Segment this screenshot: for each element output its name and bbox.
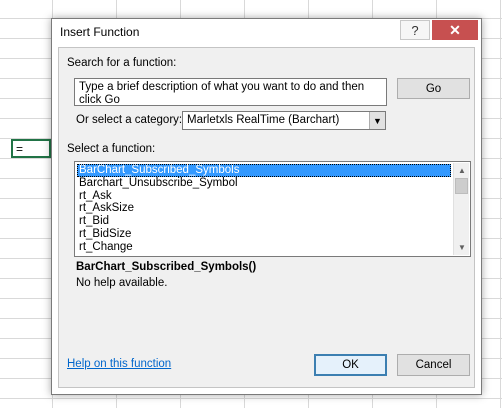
list-item[interactable]: rt_Ask: [77, 190, 451, 203]
list-item[interactable]: rt_Bid: [77, 215, 451, 228]
insert-function-dialog: Insert Function ? ✕ Search for a functio…: [51, 18, 482, 395]
list-item[interactable]: rt_BidSize: [77, 228, 451, 241]
ok-button[interactable]: OK: [314, 354, 387, 376]
function-list-scrollbar[interactable]: ▲ ▼: [453, 163, 469, 255]
close-icon[interactable]: ✕: [432, 20, 478, 40]
help-icon[interactable]: ?: [400, 20, 430, 40]
dialog-titlebar[interactable]: Insert Function ? ✕: [52, 19, 481, 47]
scroll-up-icon[interactable]: ▲: [454, 163, 470, 178]
scrollbar-thumb[interactable]: [455, 178, 468, 194]
list-item[interactable]: BarChart_Subscribed_Symbols: [77, 164, 451, 177]
active-cell[interactable]: =: [11, 139, 51, 158]
search-input[interactable]: Type a brief description of what you wan…: [74, 78, 387, 106]
category-selected-value: Marletxls RealTime (Barchart): [187, 114, 340, 126]
category-label: Or select a category:: [76, 114, 183, 126]
list-item[interactable]: rt_Change: [77, 241, 451, 254]
scroll-down-icon[interactable]: ▼: [454, 240, 470, 255]
function-signature: BarChart_Subscribed_Symbols(): [76, 261, 257, 273]
category-select[interactable]: Marletxls RealTime (Barchart) ▼: [182, 111, 386, 130]
chevron-down-icon[interactable]: ▼: [369, 112, 385, 129]
help-on-function-link[interactable]: Help on this function: [67, 358, 171, 370]
function-description: No help available.: [76, 277, 168, 289]
go-button[interactable]: Go: [397, 78, 470, 99]
function-list[interactable]: BarChart_Subscribed_Symbols Barchart_Uns…: [74, 161, 471, 257]
dialog-body: Search for a function: Type a brief desc…: [58, 47, 475, 388]
search-label: Search for a function:: [67, 57, 177, 69]
dialog-title: Insert Function: [60, 25, 140, 39]
list-item[interactable]: rt_AskSize: [77, 202, 451, 215]
cancel-button[interactable]: Cancel: [397, 354, 470, 376]
list-item[interactable]: Barchart_Unsubscribe_Symbol: [77, 177, 451, 190]
select-function-label: Select a function:: [67, 143, 156, 155]
